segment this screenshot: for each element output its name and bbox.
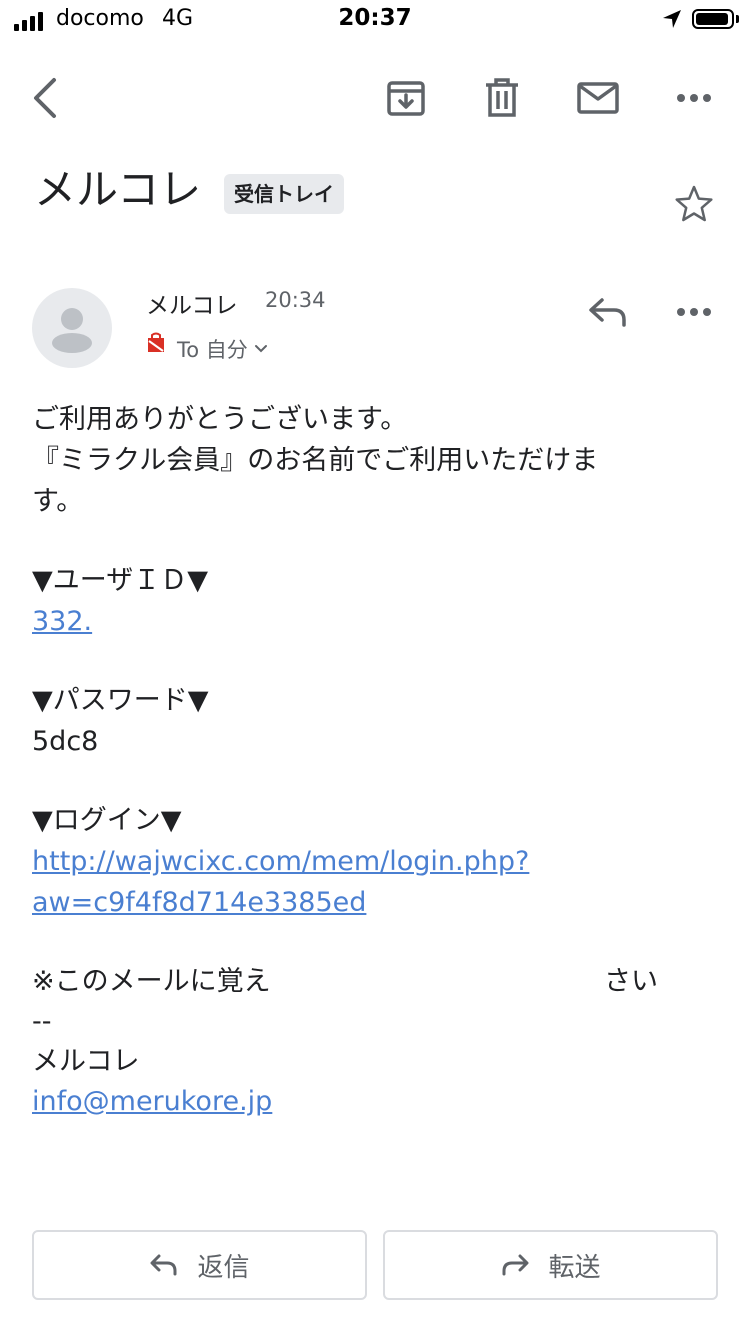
signature-separator: -- <box>32 1006 52 1037</box>
signature-name: メルコレ <box>32 1046 140 1077</box>
back-button[interactable] <box>20 70 70 126</box>
body-line-member: 『ミラクル会員』のお名前でご利用いただけま <box>32 445 599 476</box>
archive-button[interactable] <box>380 72 432 124</box>
more-icon <box>677 94 711 102</box>
sender-avatar[interactable] <box>32 288 112 368</box>
delete-button[interactable] <box>476 72 528 124</box>
login-url-link-continued[interactable]: aw=c9f4f8d714e3385ed <box>32 883 366 923</box>
message-more-button[interactable] <box>668 286 720 338</box>
reply-button-label: 返信 <box>197 1252 250 1283</box>
star-icon <box>675 185 713 222</box>
status-bar: docomo 4G 20:37 <box>0 0 750 40</box>
user-id-heading: ▼ユーザＩＤ▼ <box>32 565 208 596</box>
reply-icon-button[interactable] <box>580 286 636 338</box>
recipient-text: To 自分 <box>177 338 248 362</box>
sent-time: 20:34 <box>265 288 326 312</box>
forward-button[interactable]: 転送 <box>383 1230 718 1300</box>
mail-icon <box>577 82 619 114</box>
more-icon <box>677 308 711 316</box>
status-time: 20:37 <box>338 5 412 31</box>
battery-cap <box>736 15 739 23</box>
forward-button-label: 転送 <box>548 1252 601 1283</box>
reply-button[interactable]: 返信 <box>32 1230 367 1300</box>
password-heading: ▼パスワード▼ <box>32 685 209 716</box>
trash-icon <box>486 78 518 117</box>
more-options-button[interactable] <box>668 72 720 124</box>
login-url-link[interactable]: http://wajwcixc.com/mem/login.php? <box>32 842 529 882</box>
reply-icon <box>150 1254 177 1276</box>
signature-email-link[interactable]: info@merukore.jp <box>32 1082 272 1122</box>
inbox-label-chip[interactable]: 受信トレイ <box>224 174 344 214</box>
back-icon <box>34 78 56 118</box>
battery-icon <box>692 9 734 29</box>
forward-icon <box>502 1254 529 1276</box>
login-heading: ▼ログイン▼ <box>32 805 182 836</box>
password-value: 5dc8 <box>32 726 99 757</box>
user-id-link[interactable]: 332. <box>32 602 92 642</box>
star-button[interactable] <box>668 178 720 230</box>
body-line-greeting: ご利用ありがとうございます。 <box>32 404 408 435</box>
chevron-down-icon <box>254 345 267 353</box>
email-subject: メルコレ <box>34 165 202 214</box>
person-icon <box>52 308 92 353</box>
recipient-details-toggle[interactable]: To 自分 <box>177 334 268 364</box>
important-tag-icon <box>146 332 166 358</box>
notice-line-start: ※このメールに覚え <box>32 966 271 997</box>
body-line-member-end: す。 <box>32 486 84 517</box>
sender-name[interactable]: メルコレ <box>146 286 238 320</box>
notice-line-end: さい <box>604 966 658 997</box>
reply-icon <box>589 298 626 327</box>
location-arrow-icon <box>662 9 682 33</box>
archive-icon <box>387 81 425 116</box>
mark-unread-button[interactable] <box>572 72 624 124</box>
